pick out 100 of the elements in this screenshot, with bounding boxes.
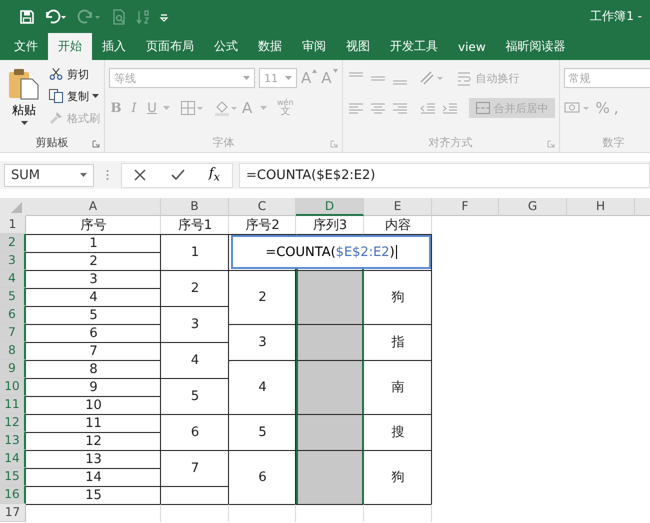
copy-button[interactable]: 复制 [48, 86, 100, 106]
cell-text: 搜 [392, 424, 404, 441]
cell-text: 序号2 [245, 218, 280, 234]
ribbon-tab[interactable]: 数据 [248, 33, 292, 60]
cancel-icon[interactable] [134, 169, 146, 181]
ribbon-tab[interactable]: 插入 [92, 33, 136, 60]
row-header[interactable]: 10 [0, 378, 26, 396]
row-header[interactable]: 6 [0, 306, 26, 324]
paste-button[interactable]: 粘贴 [4, 64, 44, 132]
column-header[interactable]: D [296, 198, 364, 216]
copy-icon [48, 88, 64, 104]
cell-text: 9 [89, 380, 98, 396]
group-label: 数字 [602, 134, 625, 150]
row-header[interactable]: 11 [0, 396, 26, 414]
header-background [635, 198, 650, 216]
cell-editor[interactable]: =COUNTA($E$2:E2) [231, 235, 431, 269]
caret-icon [163, 106, 170, 110]
borders-icon[interactable] [180, 100, 204, 116]
row-header[interactable]: 8 [0, 342, 26, 360]
column-header[interactable]: H [567, 198, 635, 216]
cell-text: 指 [392, 334, 404, 351]
cell-text: 1 [89, 236, 98, 252]
cell-text: 内容 [385, 218, 411, 234]
caret-icon [80, 173, 87, 177]
cell-text: 南 [392, 380, 404, 396]
scissors-icon [48, 66, 64, 82]
group-label: 对齐方式 [428, 134, 473, 150]
clipboard-icon [7, 68, 41, 100]
cell-text: 3 [89, 272, 98, 288]
row-header[interactable]: 4 [0, 270, 26, 288]
column-header[interactable]: C [229, 198, 296, 216]
formula-field[interactable]: =COUNTA($E$2:E2) [239, 162, 650, 188]
column-header[interactable]: B [161, 198, 229, 216]
caret-icon [92, 94, 99, 98]
column-header[interactable]: G [499, 198, 567, 216]
brush-icon [48, 110, 64, 126]
ribbon-tab[interactable]: 公式 [204, 33, 248, 60]
ribbon-tab[interactable]: 开发工具 [380, 33, 448, 60]
column-header[interactable]: F [432, 198, 499, 216]
ribbon-tab[interactable]: 视图 [336, 33, 380, 60]
sort-icon[interactable] [135, 8, 151, 24]
cell-text: 3 [190, 316, 200, 333]
insert-function-button[interactable]: f$_{x}$ [208, 166, 220, 184]
row-header[interactable]: 3 [0, 252, 26, 270]
caret-icon [312, 69, 318, 73]
row-header[interactable]: 13 [0, 432, 26, 450]
row-header[interactable]: 17 [0, 504, 26, 522]
column-header[interactable]: E [364, 198, 432, 216]
fill-color-icon[interactable] [214, 100, 238, 116]
ribbon-tab[interactable]: 审阅 [292, 33, 336, 60]
caret-icon [285, 76, 292, 80]
cell-text: 5 [89, 308, 98, 324]
column-header[interactable]: A [26, 198, 161, 216]
cell-text: 5 [258, 424, 267, 441]
redo-icon[interactable] [77, 8, 103, 24]
cell-text: 狗 [392, 470, 404, 486]
cell-text: 7 [190, 460, 200, 477]
row-header[interactable]: 1 [0, 216, 26, 234]
cell-text: 6 [190, 424, 200, 441]
caret-icon [332, 69, 338, 73]
cell-text: 4 [258, 380, 267, 396]
cut-button[interactable]: 剪切 [48, 64, 100, 84]
group-label: 剪贴板 [36, 134, 68, 150]
dialog-launcher-icon[interactable] [546, 140, 555, 148]
ribbon-tab[interactable]: 页面布局 [136, 33, 204, 60]
cell-text: 4 [89, 290, 98, 306]
ribbon-tab[interactable]: 文件 [4, 33, 48, 60]
cell-text: 序号1 [178, 218, 212, 234]
enter-check-icon[interactable] [170, 169, 185, 181]
dialog-launcher-icon[interactable] [330, 140, 338, 148]
cell-text: 8 [89, 362, 98, 378]
row-header[interactable]: 2 [0, 234, 26, 252]
row-header[interactable]: 9 [0, 360, 26, 378]
ribbon-tab[interactable]: view [448, 33, 496, 60]
row-header[interactable]: 15 [0, 468, 26, 486]
print-preview-icon[interactable] [111, 8, 127, 24]
cell-text: 12 [85, 434, 102, 450]
dialog-launcher-icon[interactable] [92, 140, 100, 148]
row-header[interactable]: 16 [0, 486, 26, 504]
row-header[interactable]: 7 [0, 324, 26, 342]
cell-text: 14 [85, 470, 102, 486]
ribbon-tab[interactable]: 福昕阅读器 [496, 33, 576, 60]
cell-text: 序列3 [312, 218, 348, 234]
cell-text: 3 [258, 334, 267, 351]
cell-text: 10 [85, 398, 102, 414]
row-header[interactable]: 5 [0, 288, 26, 306]
cell-text: 2 [258, 290, 267, 306]
undo-icon[interactable] [43, 8, 69, 24]
name-box[interactable]: SUM [4, 164, 94, 186]
caret-icon [243, 76, 250, 80]
cell-text: 5 [190, 388, 200, 405]
merge-cells-icon [474, 100, 491, 116]
cell-text: 6 [89, 326, 98, 342]
orientation-icon[interactable] [418, 70, 445, 86]
ribbon-tab[interactable]: 开始 [48, 33, 92, 60]
caret-icon [20, 121, 28, 125]
save-icon[interactable] [19, 8, 35, 24]
row-header[interactable]: 12 [0, 414, 26, 432]
cell-text: 6 [258, 470, 267, 486]
row-header[interactable]: 14 [0, 450, 26, 468]
